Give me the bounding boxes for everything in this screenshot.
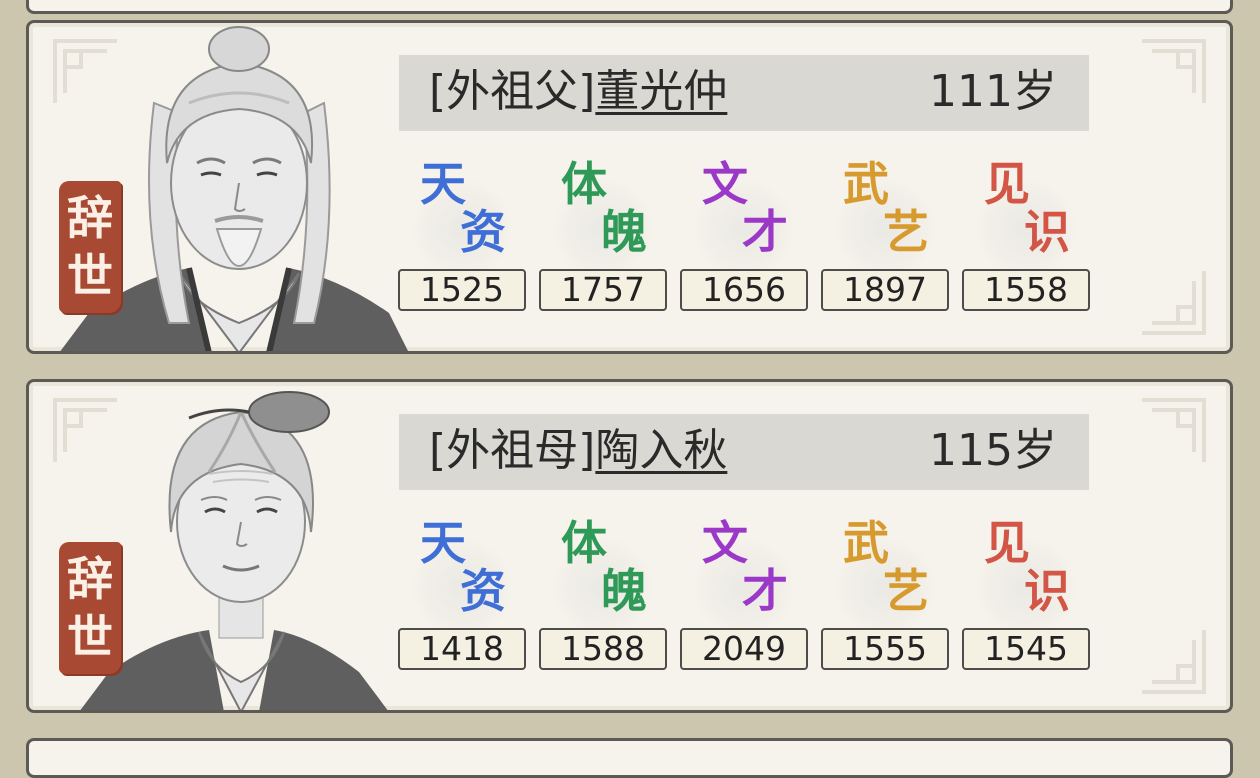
stat-value: 2049 bbox=[680, 628, 808, 670]
corner-ornament bbox=[1138, 37, 1208, 107]
stat-label-char: 体 bbox=[561, 157, 607, 211]
stat-label-char: 文 bbox=[702, 516, 748, 570]
stat-value: 1588 bbox=[539, 628, 667, 670]
stat-label-char: 艺 bbox=[883, 564, 929, 618]
stat-value: 1757 bbox=[539, 269, 667, 311]
corner-ornament bbox=[1138, 396, 1208, 466]
name-bar: [外祖母]陶入秋 115岁 bbox=[399, 414, 1089, 490]
stat-value: 1656 bbox=[680, 269, 808, 311]
stat-value: 1897 bbox=[821, 269, 949, 311]
stat-label-char: 体 bbox=[561, 516, 607, 570]
seal-char: 世 bbox=[67, 610, 113, 664]
age-label: 115岁 bbox=[929, 425, 1057, 476]
age-label: 111岁 bbox=[929, 66, 1057, 117]
stat-wencai: 文 才 2049 bbox=[680, 512, 808, 682]
stat-label-char: 天 bbox=[420, 516, 466, 570]
stat-label-char: 见 bbox=[984, 516, 1030, 570]
stat-label-char: 武 bbox=[843, 516, 889, 570]
stat-label-char: 魄 bbox=[601, 205, 647, 259]
deceased-seal: 辞 世 bbox=[59, 181, 121, 313]
corner-ornament bbox=[1138, 267, 1208, 337]
name-bar: [外祖父]董光仲 111岁 bbox=[399, 55, 1089, 131]
stat-wuyi: 武 艺 1897 bbox=[821, 153, 949, 323]
stat-label-char: 才 bbox=[742, 205, 788, 259]
deceased-seal: 辞 世 bbox=[59, 542, 121, 674]
stat-label-char: 艺 bbox=[883, 205, 929, 259]
relation-label: [外祖父] bbox=[429, 66, 596, 117]
relative-title: [外祖母]陶入秋 bbox=[429, 424, 727, 478]
seal-char: 辞 bbox=[67, 552, 113, 606]
relative-name-link[interactable]: 董光仲 bbox=[595, 66, 727, 117]
stat-label-char: 资 bbox=[460, 205, 506, 259]
stat-label-char: 识 bbox=[1024, 205, 1070, 259]
card-partial-bottom bbox=[26, 738, 1233, 778]
corner-ornament bbox=[1138, 626, 1208, 696]
stat-wencai: 文 才 1656 bbox=[680, 153, 808, 323]
stat-value: 1418 bbox=[398, 628, 526, 670]
stat-label-char: 天 bbox=[420, 157, 466, 211]
stat-value: 1545 bbox=[962, 628, 1090, 670]
card-partial-top bbox=[26, 0, 1233, 14]
relation-label: [外祖母] bbox=[429, 425, 596, 476]
relative-title: [外祖父]董光仲 bbox=[429, 65, 727, 119]
relative-name-link[interactable]: 陶入秋 bbox=[595, 425, 727, 476]
stat-label-char: 识 bbox=[1024, 564, 1070, 618]
stat-tianzi: 天 资 1525 bbox=[398, 153, 526, 323]
relative-card[interactable]: 辞 世 [外祖母]陶入秋 115岁 天 资 1418 体 魄 1588 文 才 … bbox=[26, 379, 1233, 713]
seal-char: 世 bbox=[67, 249, 113, 303]
stat-tipo: 体 魄 1757 bbox=[539, 153, 667, 323]
stat-label-char: 见 bbox=[984, 157, 1030, 211]
stat-label-char: 武 bbox=[843, 157, 889, 211]
stat-value: 1555 bbox=[821, 628, 949, 670]
stat-label-char: 才 bbox=[742, 564, 788, 618]
stat-tipo: 体 魄 1588 bbox=[539, 512, 667, 682]
stat-label-char: 资 bbox=[460, 564, 506, 618]
stat-value: 1525 bbox=[398, 269, 526, 311]
stat-jianshi: 见 识 1545 bbox=[962, 512, 1090, 682]
relative-card[interactable]: 辞 世 [外祖父]董光仲 111岁 天 资 1525 体 魄 1757 文 才 … bbox=[26, 20, 1233, 354]
stat-tianzi: 天 资 1418 bbox=[398, 512, 526, 682]
stat-value: 1558 bbox=[962, 269, 1090, 311]
stat-wuyi: 武 艺 1555 bbox=[821, 512, 949, 682]
seal-char: 辞 bbox=[67, 191, 113, 245]
stat-jianshi: 见 识 1558 bbox=[962, 153, 1090, 323]
stat-label-char: 魄 bbox=[601, 564, 647, 618]
stat-label-char: 文 bbox=[702, 157, 748, 211]
